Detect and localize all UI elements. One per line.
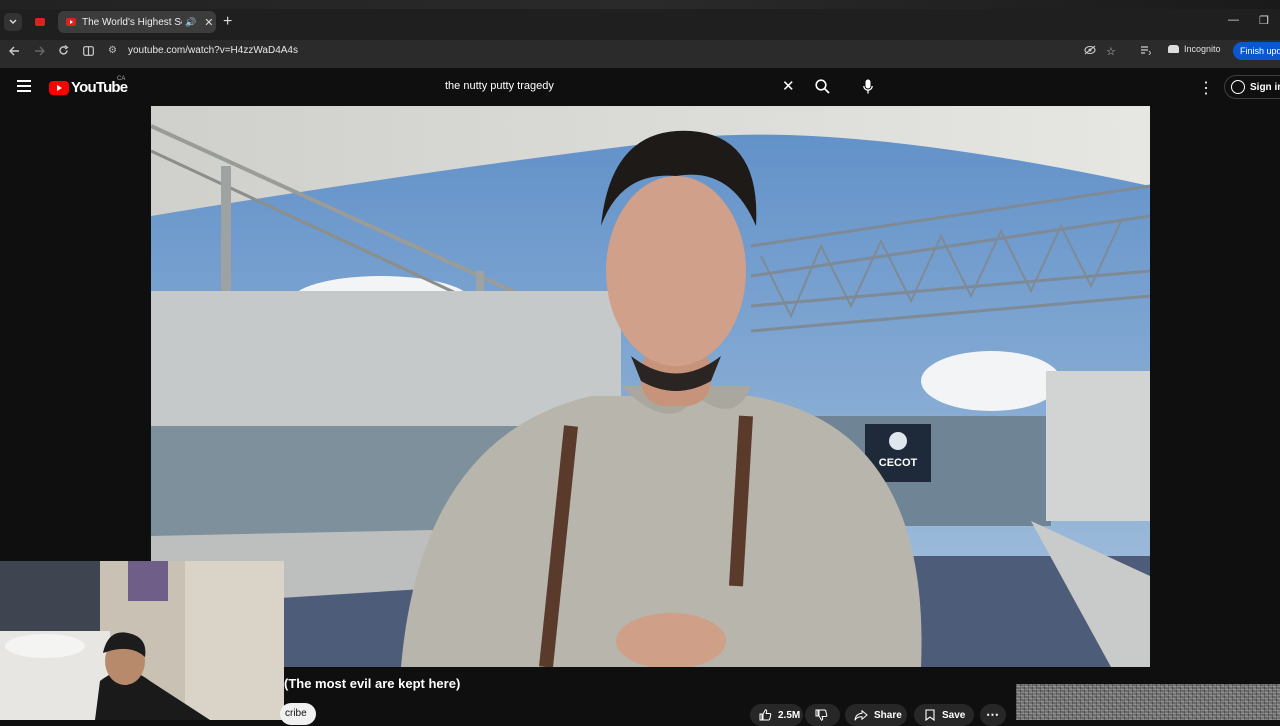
video-title: (The most evil are kept here) xyxy=(284,676,461,691)
youtube-favicon-icon xyxy=(35,18,45,26)
tracking-protection-icon[interactable] xyxy=(1084,45,1096,58)
youtube-play-icon xyxy=(49,80,69,95)
like-count: 2.5M xyxy=(778,709,801,721)
reading-list-icon[interactable] xyxy=(1140,45,1152,58)
incognito-icon xyxy=(1168,45,1179,53)
sign-in-label: Sign in xyxy=(1250,81,1280,93)
finish-update-button[interactable]: Finish update xyxy=(1233,42,1280,60)
back-arrow-icon xyxy=(9,46,19,56)
tab-active[interactable]: The World's Highest Security Prison 🔊 ✕ xyxy=(58,11,216,33)
incognito-indicator[interactable]: Incognito xyxy=(1168,44,1221,54)
pinned-tab-youtube[interactable] xyxy=(31,13,49,31)
site-info-icon[interactable]: ⚙ xyxy=(108,45,118,56)
country-code: CA xyxy=(117,76,126,82)
save-button[interactable]: Save xyxy=(914,704,974,726)
incognito-label: Incognito xyxy=(1184,44,1221,54)
url-text: youtube.com/watch?v=H4zzWaD4A4s xyxy=(128,45,298,56)
bookmark-icon xyxy=(925,709,935,721)
side-panel-button[interactable] xyxy=(83,45,94,59)
static-noise-overlay xyxy=(1016,684,1280,720)
youtube-favicon-icon xyxy=(66,18,76,26)
clear-search-icon[interactable]: ✕ xyxy=(782,77,795,95)
account-icon xyxy=(1231,80,1245,94)
microphone-icon xyxy=(863,79,873,93)
side-panel-icon xyxy=(83,46,94,56)
more-options-icon[interactable]: ⋮ xyxy=(1198,78,1214,98)
back-button[interactable] xyxy=(9,45,20,59)
video-frame: CECOT xyxy=(151,106,1150,667)
close-tab-icon[interactable]: ✕ xyxy=(204,16,213,29)
bookmark-star-icon[interactable]: ☆ xyxy=(1106,45,1116,58)
new-tab-button[interactable]: + xyxy=(223,13,232,31)
tab-title: The World's Highest Security Prison xyxy=(82,16,182,28)
webcam-overlay xyxy=(0,561,284,720)
cecot-sign-text: CECOT xyxy=(879,457,918,469)
voice-search-button[interactable] xyxy=(857,74,879,98)
subscribe-button[interactable]: cribe xyxy=(280,703,316,725)
address-bar[interactable]: ⚙ youtube.com/watch?v=H4zzWaD4A4s xyxy=(108,42,1158,59)
reload-icon xyxy=(59,45,69,55)
search-button[interactable] xyxy=(806,74,838,98)
dislike-button[interactable] xyxy=(805,704,840,726)
tab-search-button[interactable] xyxy=(4,13,22,31)
restore-button[interactable]: ❐ xyxy=(1259,14,1269,27)
chevron-down-icon xyxy=(9,19,17,24)
forward-button[interactable] xyxy=(34,45,45,59)
minimize-button[interactable]: — xyxy=(1228,14,1239,26)
search-input[interactable]: the nutty putty tragedy xyxy=(435,75,805,97)
sign-in-button[interactable]: Sign in xyxy=(1224,75,1280,99)
share-icon xyxy=(854,709,868,720)
forward-arrow-icon xyxy=(35,46,45,56)
more-actions-button[interactable]: ⋯ xyxy=(980,704,1006,726)
like-button[interactable]: 2.5M xyxy=(750,704,803,726)
audio-playing-icon[interactable]: 🔊 xyxy=(185,17,196,28)
menu-hamburger-icon[interactable] xyxy=(17,80,31,95)
more-horizontal-icon: ⋯ xyxy=(986,707,999,722)
thumbs-down-icon xyxy=(815,709,828,721)
share-button[interactable]: Share xyxy=(845,704,907,726)
video-player[interactable]: CECOT xyxy=(151,106,1150,667)
youtube-logo[interactable]: YouTube CA xyxy=(49,76,128,96)
reload-button[interactable] xyxy=(58,45,69,59)
tab-strip-top xyxy=(0,0,1280,9)
thumbs-up-icon xyxy=(759,709,772,721)
webcam-frame xyxy=(0,561,284,720)
save-label: Save xyxy=(942,709,966,721)
share-label: Share xyxy=(874,709,902,721)
search-icon xyxy=(814,78,830,94)
